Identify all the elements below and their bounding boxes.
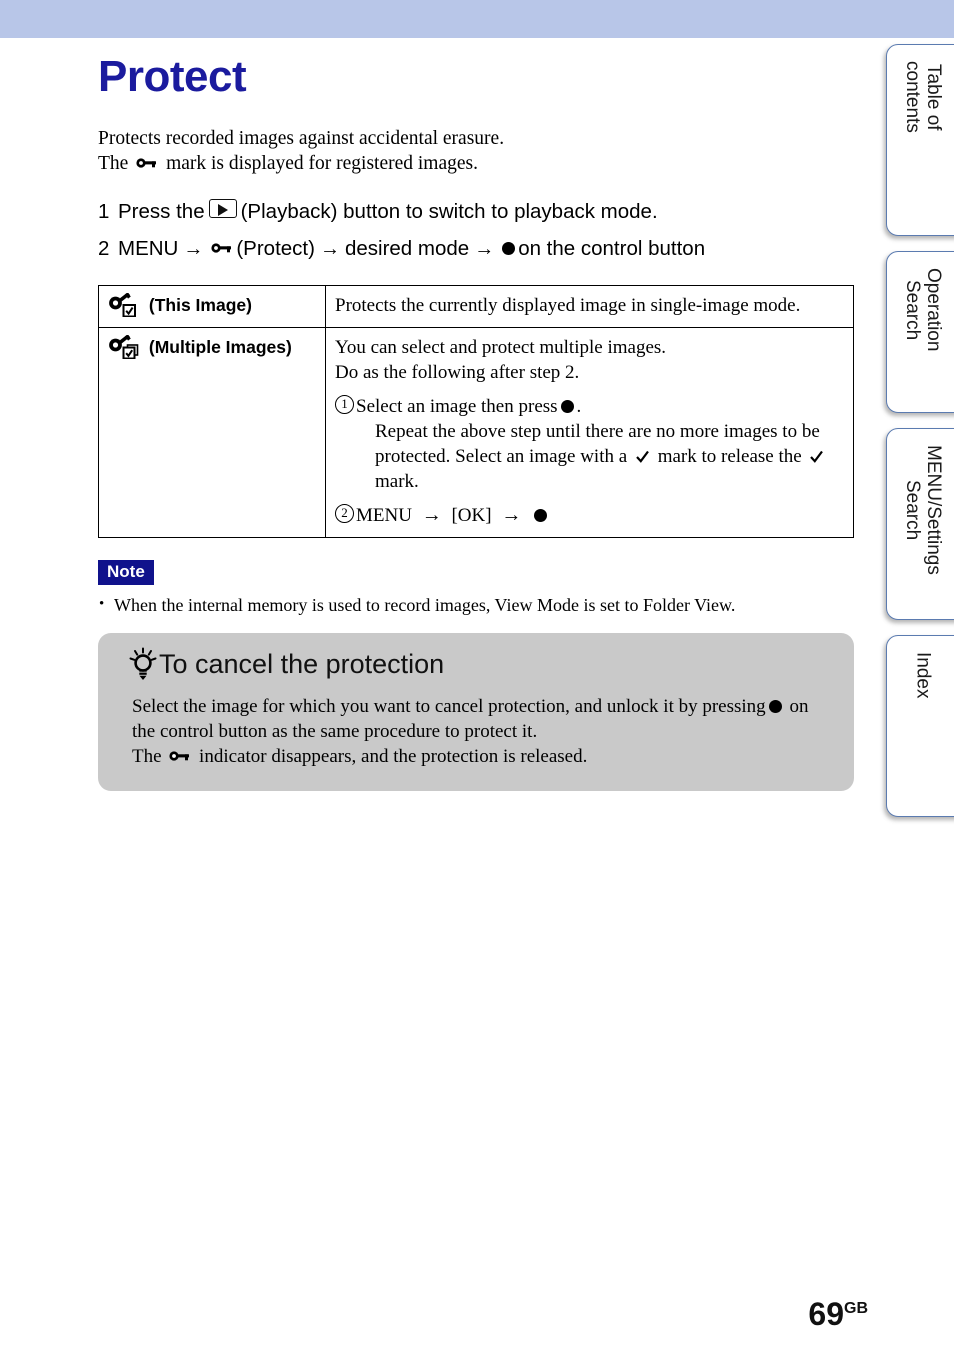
- side-tab-index[interactable]: Index: [886, 635, 954, 817]
- mode-table: (This Image) Protects the currently disp…: [98, 285, 854, 538]
- arrow-icon: →: [474, 238, 495, 260]
- tip-box: To cancel the protection Select the imag…: [98, 633, 854, 791]
- tip-body-line-3: The indicator disappears, and the protec…: [132, 744, 836, 769]
- numbered-item-1-sub: Repeat the above step until there are no…: [356, 419, 844, 494]
- page-footer: 69GB: [808, 1296, 868, 1333]
- mode-cell-multiple-images: (Multiple Images): [98, 327, 326, 538]
- numbered-item-2: 2 MENU → [OK] →: [335, 503, 844, 528]
- tip-body: Select the image for which you want to c…: [132, 694, 836, 769]
- tip-title-row: To cancel the protection: [128, 647, 836, 681]
- side-tab-label: Index: [912, 652, 934, 699]
- sub-part-3: mark to release the: [657, 446, 802, 467]
- lightbulb-icon: [128, 647, 158, 681]
- note-block: Note When the internal memory is used to…: [98, 560, 854, 617]
- checkmark-icon: [635, 449, 650, 464]
- step-2-menu-label: MENU: [118, 237, 179, 260]
- tip-line-1-after: on: [789, 696, 809, 717]
- step-1-text-before: Press the: [118, 200, 205, 223]
- page-content: Protect Protects recorded images against…: [98, 38, 854, 791]
- intro-line-2: The mark is displayed for registered ima…: [98, 151, 854, 176]
- step-1: 1 Press the (Playback) button to switch …: [98, 198, 854, 225]
- numbered-item-2-ok: [OK]: [451, 505, 492, 526]
- key-checkbox-multiple-icon: [108, 335, 142, 359]
- description-cell: You can select and protect multiple imag…: [325, 327, 854, 538]
- side-tab-label: Operation Search: [902, 268, 944, 352]
- side-tab-menu-settings-search[interactable]: MENU/Settings Search: [886, 428, 954, 620]
- side-tab-table-of-contents[interactable]: Table of contents: [886, 44, 954, 236]
- tip-line-3-before: The: [132, 746, 162, 767]
- description-line: Do as the following after step 2.: [335, 362, 580, 383]
- sub-part-4: mark.: [375, 471, 419, 492]
- sub-part-1: Repeat the above step until there are no…: [375, 421, 820, 442]
- steps-list: 1 Press the (Playback) button to switch …: [98, 198, 854, 263]
- control-button-dot-icon: [534, 509, 548, 522]
- tip-title: To cancel the protection: [159, 649, 445, 679]
- description-cell: Protects the currently displayed image i…: [325, 285, 854, 328]
- description-line: You can select and protect multiple imag…: [335, 337, 667, 358]
- control-button-dot-icon: [502, 242, 516, 255]
- numbered-item-2-menu: MENU: [356, 505, 412, 526]
- step-1-text-after: (Playback) button to switch to playback …: [240, 200, 658, 223]
- page-number: 69: [808, 1296, 844, 1332]
- intro-line-2-before: The: [98, 153, 129, 174]
- key-checkbox-single-icon: [108, 293, 142, 317]
- control-button-dot-icon: [768, 700, 782, 713]
- intro-paragraph: Protects recorded images against acciden…: [98, 126, 854, 176]
- tip-line-1-before: Select the image for which you want to c…: [132, 696, 766, 717]
- side-tab-label: Table of contents: [902, 61, 944, 133]
- page-number-suffix: GB: [844, 1300, 868, 1317]
- control-button-dot-icon: [560, 400, 574, 413]
- numbered-item-1-main-before: Select an image then press: [356, 396, 558, 417]
- step-2-protect-label: (Protect): [236, 237, 315, 260]
- tip-body-line-1: Select the image for which you want to c…: [132, 694, 836, 719]
- step-1-number: 1: [98, 200, 110, 223]
- tip-line-3-after: indicator disappears, and the protection…: [199, 746, 588, 767]
- side-tab-operation-search[interactable]: Operation Search: [886, 251, 954, 413]
- description-line: Protects the currently displayed image i…: [335, 295, 801, 316]
- tip-body-line-2: the control button as the same procedure…: [132, 721, 538, 742]
- note-item: When the internal memory is used to reco…: [98, 592, 854, 617]
- note-badge: Note: [98, 560, 154, 585]
- key-icon: [136, 156, 158, 170]
- table-row: (This Image) Protects the currently disp…: [98, 285, 854, 328]
- arrow-icon: →: [319, 238, 340, 260]
- arrow-icon: →: [421, 504, 442, 526]
- table-row: (Multiple Images) You can select and pro…: [98, 327, 854, 538]
- step-2-desired-mode-label: desired mode: [344, 237, 470, 260]
- checkmark-icon: [809, 449, 824, 464]
- numbered-item-1-main-after: .: [576, 396, 582, 417]
- circled-number: 2: [335, 504, 354, 523]
- sub-part-2: protected. Select an image with a: [375, 446, 628, 467]
- playback-button-icon: [208, 199, 237, 218]
- step-2: 2 MENU → (Protect) → desired mode → on t…: [98, 235, 854, 263]
- top-banner: [0, 0, 954, 38]
- mode-label: (This Image): [148, 295, 252, 315]
- mode-cell-this-image: (This Image): [98, 285, 326, 328]
- intro-line-2-after: mark is displayed for registered images.: [166, 153, 478, 174]
- step-2-control-button-label: on the control button: [518, 237, 706, 260]
- arrow-icon: →: [183, 238, 204, 260]
- intro-line-1: Protects recorded images against acciden…: [98, 128, 505, 149]
- key-icon: [211, 241, 233, 255]
- mode-label: (Multiple Images): [148, 337, 292, 357]
- step-2-number: 2: [98, 237, 110, 260]
- page-title: Protect: [98, 52, 247, 101]
- side-tab-label: MENU/Settings Search: [902, 445, 944, 575]
- key-icon: [169, 749, 191, 763]
- circled-number: 1: [335, 395, 354, 414]
- numbered-item-1: 1 Select an image then press. Repeat the…: [335, 394, 844, 494]
- arrow-icon: →: [501, 504, 522, 526]
